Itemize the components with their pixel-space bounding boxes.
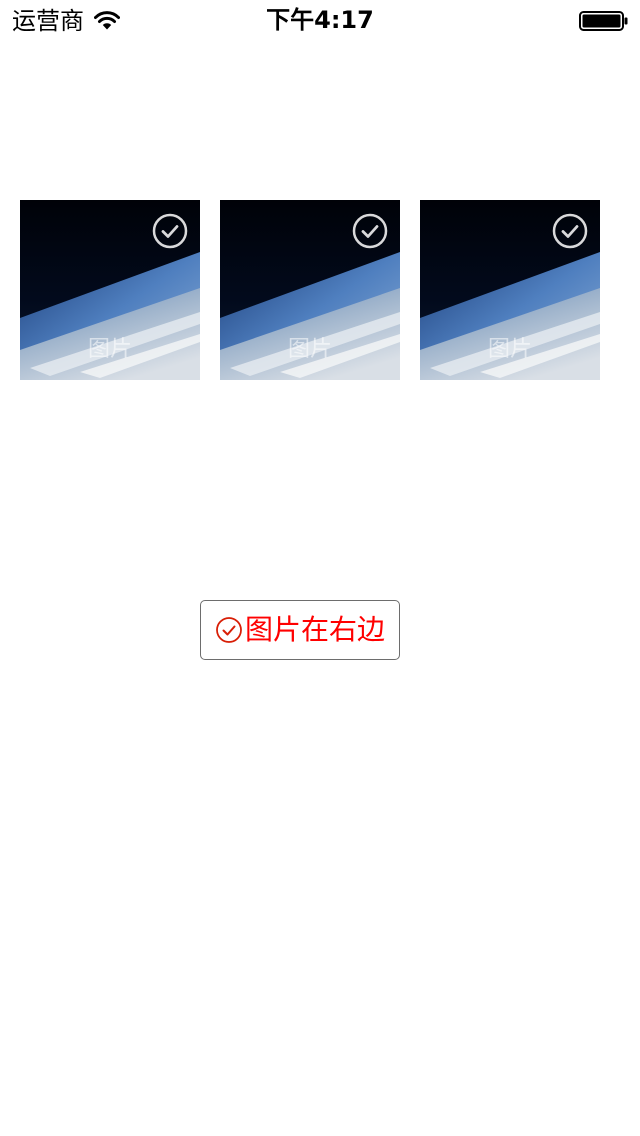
status-time: 下午4:17 — [266, 6, 374, 34]
check-circle-icon — [216, 617, 242, 643]
photo-thumbnail[interactable]: 图片 — [20, 200, 200, 380]
screen: 运营商 下午4:17 图片 图片 图片 图片在右边 — [0, 0, 640, 1136]
image-right-button[interactable]: 图片在右边 — [200, 600, 400, 660]
check-circle-icon[interactable] — [552, 213, 588, 249]
photo-thumbnail[interactable]: 图片 — [420, 200, 600, 380]
thumbnail-caption: 图片 — [287, 337, 332, 362]
photo-thumbnail[interactable]: 图片 — [220, 200, 400, 380]
check-circle-icon[interactable] — [352, 213, 388, 249]
status-bar: 运营商 下午4:17 — [0, 0, 640, 40]
thumbnail-caption: 图片 — [87, 337, 132, 362]
button-label: 图片在右边 — [244, 613, 385, 646]
thumbnail-caption: 图片 — [487, 337, 532, 362]
battery-full-icon — [579, 11, 628, 31]
check-circle-icon[interactable] — [152, 213, 188, 249]
